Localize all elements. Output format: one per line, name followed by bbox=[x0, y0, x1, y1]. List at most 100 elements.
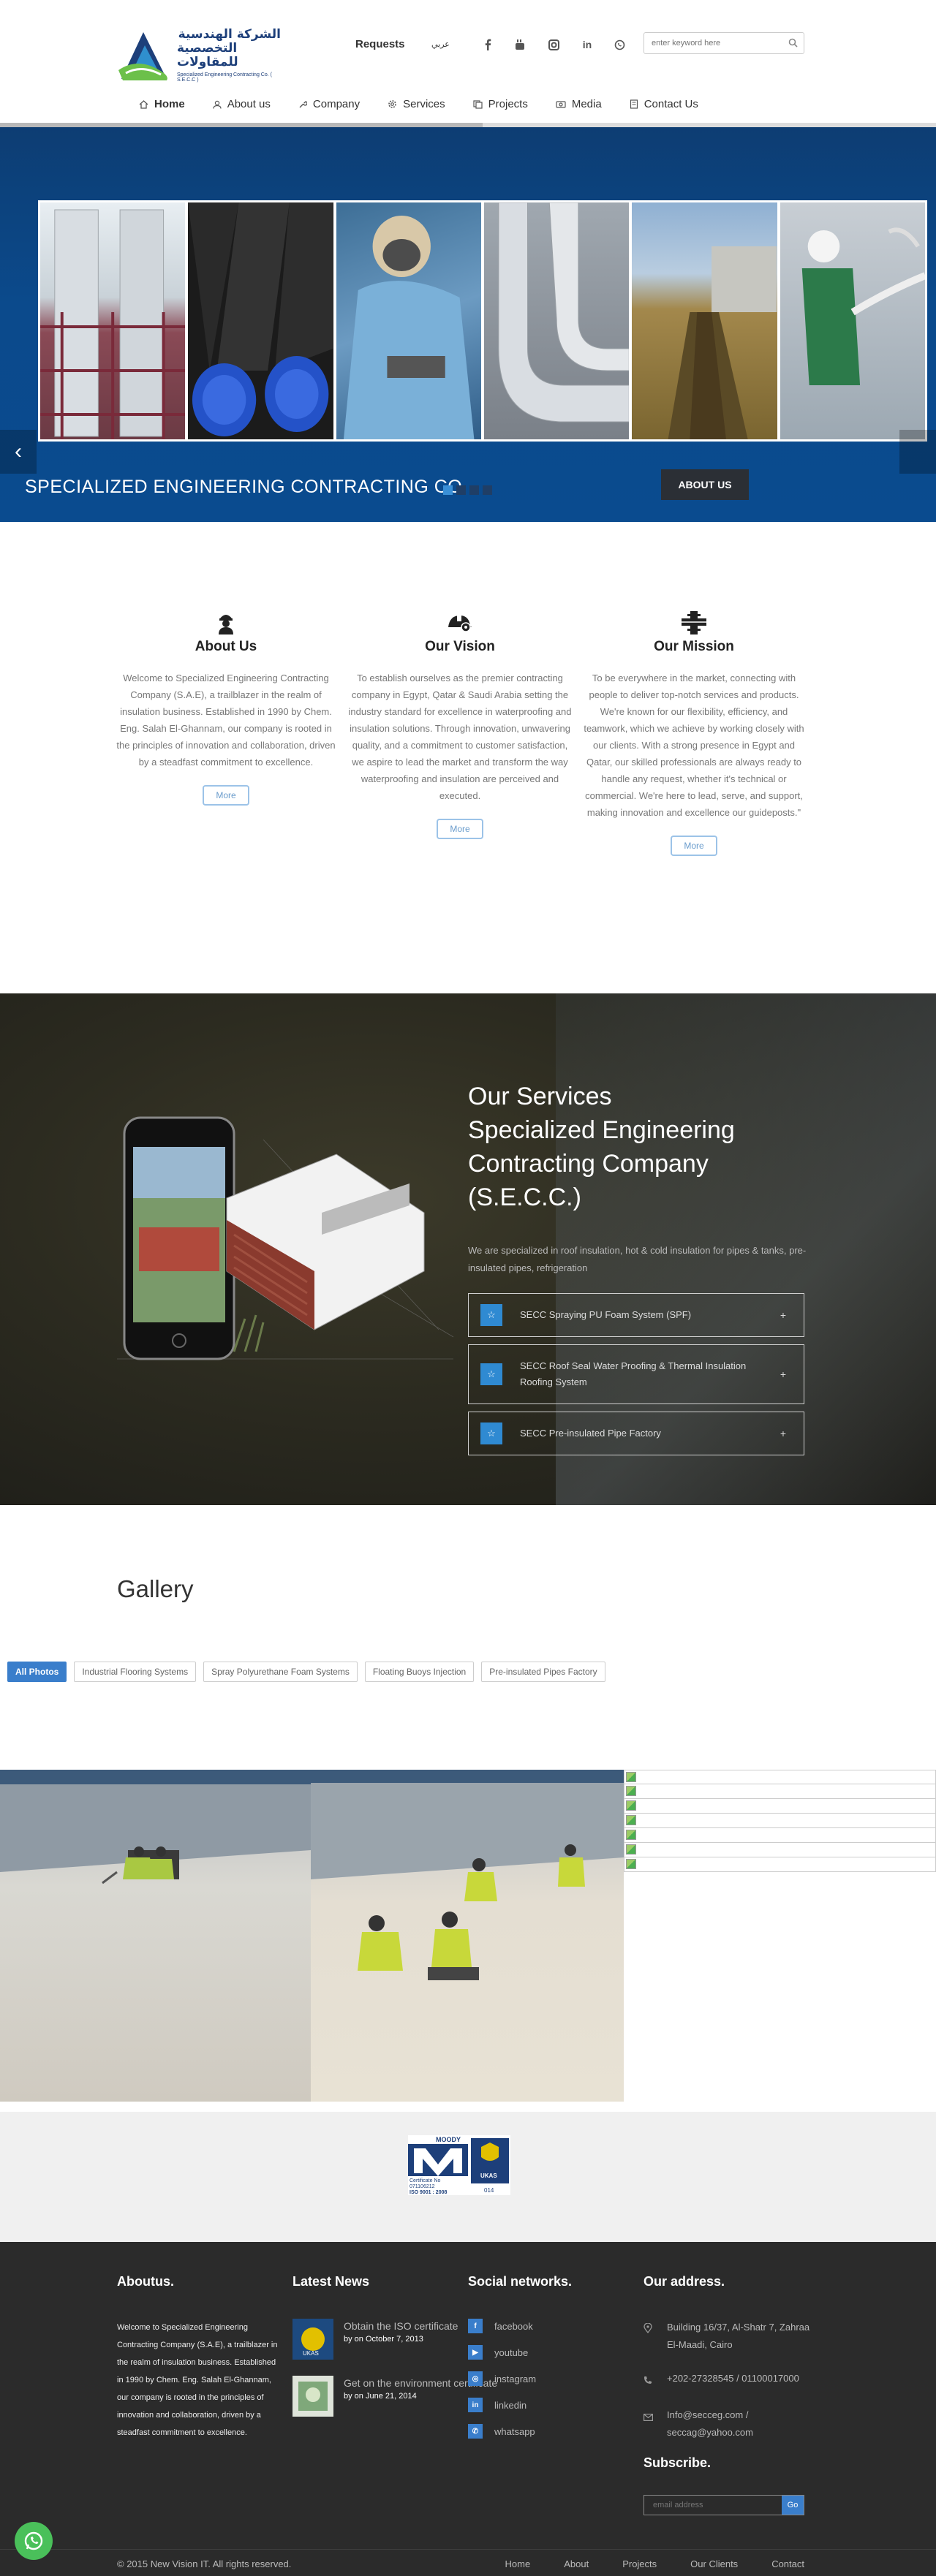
footer-link-projects[interactable]: Projects bbox=[622, 2558, 657, 2569]
linkedin-icon[interactable]: in bbox=[579, 37, 595, 53]
location-pin-icon bbox=[644, 2319, 658, 2354]
footer-facebook-link[interactable]: f facebook bbox=[468, 2319, 572, 2333]
news-title[interactable]: Obtain the ISO certificate bbox=[344, 2319, 458, 2333]
plus-icon[interactable]: + bbox=[780, 1309, 786, 1321]
footer-social: Social networks. f facebook ▶ youtube ◎ ins… bbox=[468, 2274, 572, 2450]
search-icon[interactable] bbox=[788, 38, 798, 51]
footer-linkedin-link[interactable]: in linkedin bbox=[468, 2398, 572, 2412]
footer-whatsapp-link[interactable]: ✆ whatsapp bbox=[468, 2424, 572, 2439]
youtube-icon[interactable] bbox=[512, 37, 528, 53]
email-text[interactable]: Info@secceg.com / seccag@yahoo.com bbox=[667, 2406, 819, 2441]
broken-image[interactable] bbox=[624, 1857, 936, 1872]
main-nav: Home About us Company Services Projects … bbox=[139, 98, 726, 110]
helmet-icon bbox=[347, 610, 573, 636]
facebook-icon[interactable] bbox=[480, 37, 496, 53]
nav-home[interactable]: Home bbox=[139, 98, 185, 110]
service-accordion-item[interactable]: ☆ SECC Spraying PU Foam System (SPF) + bbox=[468, 1293, 804, 1337]
requests-link[interactable]: Requests bbox=[355, 38, 405, 50]
cert-ukas-code: 014 bbox=[484, 2187, 494, 2194]
footer-instagram-link[interactable]: ◎ instagram bbox=[468, 2371, 572, 2386]
about-us-button[interactable]: ABOUT US bbox=[661, 469, 749, 500]
filter-all-photos[interactable]: All Photos bbox=[7, 1662, 67, 1682]
cert-standard: ISO 9001 : 2008 bbox=[410, 2190, 447, 2195]
broken-image[interactable] bbox=[624, 1814, 936, 1828]
broken-image[interactable] bbox=[624, 1784, 936, 1799]
slider-dot[interactable] bbox=[483, 485, 492, 495]
filter-industrial-flooring[interactable]: Industrial Flooring Systems bbox=[74, 1662, 197, 1682]
mission-more-button[interactable]: More bbox=[671, 836, 717, 856]
footer-links: Home About Projects Our Clients Contact bbox=[505, 2558, 804, 2569]
footer-news-title: Latest News bbox=[292, 2274, 370, 2289]
hero-photo-insulated-pipes bbox=[483, 202, 630, 439]
gallery-photo[interactable] bbox=[0, 1770, 311, 2102]
footer-youtube-link[interactable]: ▶ youtube bbox=[468, 2345, 572, 2360]
footer-link-about[interactable]: About bbox=[564, 2558, 589, 2569]
gallery-photo[interactable] bbox=[311, 1770, 624, 2102]
camera-icon bbox=[556, 100, 566, 108]
company-logo[interactable]: الشركة الهندسية التخصصية للمقاولات Speci… bbox=[116, 27, 281, 83]
hero-slider: ‹ SPECIALIZED ENGINEERING CONTRACTING CO… bbox=[0, 127, 936, 522]
service-label: SECC Spraying PU Foam System (SPF) bbox=[520, 1309, 692, 1320]
news-item[interactable]: Get on the environment certificate by on… bbox=[292, 2376, 497, 2417]
broken-image-icon bbox=[626, 1830, 636, 1840]
services-title-line: Contracting Company bbox=[468, 1150, 709, 1178]
service-accordion-item[interactable]: ☆ SECC Roof Seal Water Proofing & Therma… bbox=[468, 1344, 804, 1404]
broken-image-icon bbox=[626, 1772, 636, 1782]
home-icon bbox=[139, 99, 148, 109]
phone-text[interactable]: +202-27328545 / 01100017000 bbox=[667, 2370, 799, 2390]
gear-icon bbox=[388, 99, 397, 109]
whatsapp-float-button[interactable] bbox=[15, 2522, 53, 2560]
broken-image-icon bbox=[626, 1800, 636, 1811]
slider-dot[interactable] bbox=[443, 485, 453, 495]
gallery-section: Gallery All Photos Industrial Flooring S… bbox=[0, 1505, 936, 2112]
nav-contact[interactable]: Contact Us bbox=[630, 98, 698, 110]
filter-floating-buoys[interactable]: Floating Buoys Injection bbox=[364, 1662, 475, 1682]
services-title-line: Specialized Engineering bbox=[468, 1116, 735, 1144]
social-label: whatsapp bbox=[494, 2425, 535, 2437]
document-icon bbox=[630, 99, 638, 109]
footer-link-contact[interactable]: Contact bbox=[771, 2558, 804, 2569]
broken-image-icon bbox=[626, 1815, 636, 1825]
hero-photo-tanks bbox=[40, 202, 186, 439]
footer-link-clients[interactable]: Our Clients bbox=[690, 2558, 738, 2569]
nav-projects[interactable]: Projects bbox=[473, 98, 528, 110]
slider-dot[interactable] bbox=[456, 485, 466, 495]
filter-spray-polyurethane[interactable]: Spray Polyurethane Foam Systems bbox=[203, 1662, 358, 1682]
plus-icon[interactable]: + bbox=[780, 1428, 786, 1439]
nav-services-label: Services bbox=[403, 98, 445, 110]
news-item[interactable]: UKAS Obtain the ISO certificate by on Oc… bbox=[292, 2319, 497, 2360]
hero-photo-pipes bbox=[188, 202, 333, 439]
filter-pre-insulated-pipes[interactable]: Pre-insulated Pipes Factory bbox=[481, 1662, 605, 1682]
search-input[interactable] bbox=[644, 33, 776, 53]
about-more-button[interactable]: More bbox=[203, 785, 249, 806]
broken-image[interactable] bbox=[624, 1843, 936, 1857]
plus-icon[interactable]: + bbox=[780, 1368, 786, 1380]
slider-prev-arrow[interactable]: ‹ bbox=[0, 430, 37, 474]
nav-media-label: Media bbox=[571, 98, 602, 110]
gallery-title: Gallery bbox=[117, 1575, 194, 1602]
broken-image[interactable] bbox=[624, 1799, 936, 1814]
nav-about[interactable]: About us bbox=[213, 98, 271, 110]
nav-media[interactable]: Media bbox=[556, 98, 602, 110]
slider-dot[interactable] bbox=[469, 485, 479, 495]
nav-services[interactable]: Services bbox=[388, 98, 445, 110]
mission-text: To be everywhere in the market, connecti… bbox=[584, 673, 804, 818]
certificate-band: MOODY Certificate No 071106212 ISO 9001 … bbox=[0, 2112, 936, 2242]
slider-next-arrow[interactable] bbox=[899, 430, 936, 474]
broken-image[interactable] bbox=[624, 1770, 936, 1784]
subscribe-go-button[interactable]: Go bbox=[782, 2496, 804, 2515]
footer-link-home[interactable]: Home bbox=[505, 2558, 531, 2569]
subscribe-email-input[interactable] bbox=[644, 2496, 782, 2515]
service-accordion-item[interactable]: ☆ SECC Pre-insulated Pipe Factory + bbox=[468, 1412, 804, 1455]
vision-more-button[interactable]: More bbox=[437, 819, 483, 839]
instagram-icon[interactable] bbox=[546, 37, 562, 53]
wrench-icon bbox=[298, 100, 307, 109]
nav-company[interactable]: Company bbox=[298, 98, 360, 110]
language-arabic-link[interactable]: عربي bbox=[431, 39, 450, 49]
whatsapp-icon[interactable] bbox=[611, 37, 627, 53]
address-item: Building 16/37, Al-Shatr 7, Zahraa El-Ma… bbox=[644, 2319, 819, 2354]
about-title: About Us bbox=[195, 639, 257, 654]
services-title-line: (S.E.C.C.) bbox=[468, 1183, 581, 1211]
news-date: by on October 7, 2013 bbox=[344, 2335, 423, 2344]
broken-image[interactable] bbox=[624, 1828, 936, 1843]
